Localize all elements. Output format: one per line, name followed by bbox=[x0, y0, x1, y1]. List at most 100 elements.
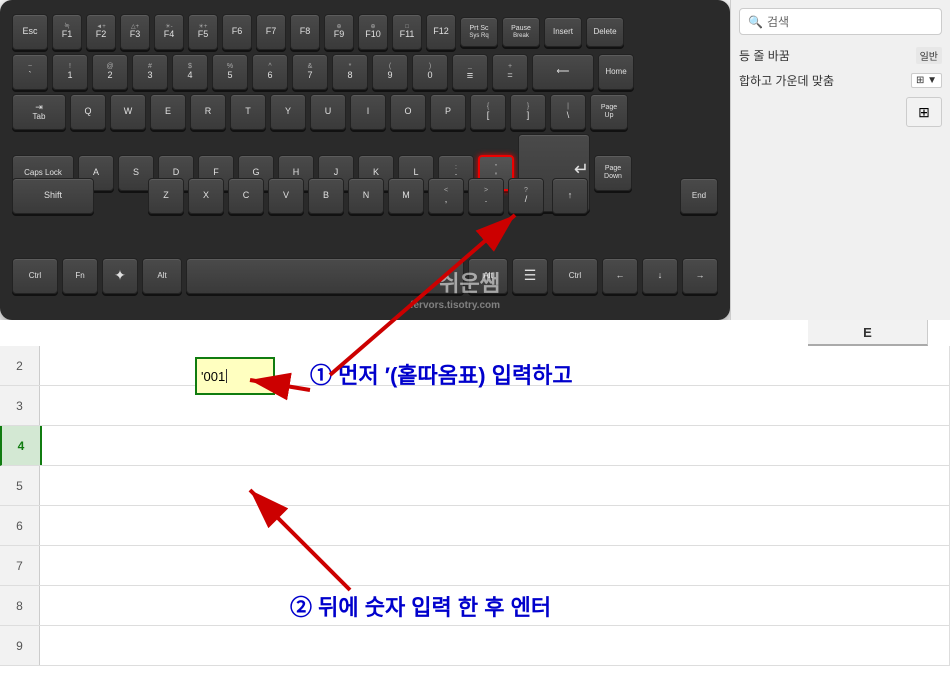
active-cell-001[interactable]: '001 bbox=[195, 357, 275, 395]
cell-3-1[interactable] bbox=[40, 386, 950, 425]
key-f8[interactable]: F8 bbox=[290, 14, 320, 50]
key-n[interactable]: N bbox=[348, 178, 384, 214]
key-backslash[interactable]: |\ bbox=[550, 94, 586, 130]
cell-2-1[interactable] bbox=[40, 346, 950, 385]
key-right-arrow[interactable]: → bbox=[682, 258, 718, 294]
cell-6-1[interactable] bbox=[40, 506, 950, 545]
key-f2[interactable]: ◄+F2 bbox=[86, 14, 116, 50]
key-f6[interactable]: F6 bbox=[222, 14, 252, 50]
key-ctrl-left[interactable]: Ctrl bbox=[12, 258, 58, 294]
row-num-9: 9 bbox=[0, 626, 40, 665]
key-pageup[interactable]: PageUp bbox=[590, 94, 628, 130]
option1-label: 등 줄 바꿈 bbox=[739, 47, 790, 64]
key-pagedown[interactable]: PageDown bbox=[594, 155, 632, 191]
key-comma[interactable]: <, bbox=[428, 178, 464, 214]
cell-8-1[interactable] bbox=[40, 586, 950, 625]
key-lbracket[interactable]: {[ bbox=[470, 94, 506, 130]
key-q[interactable]: Q bbox=[70, 94, 106, 130]
key-u[interactable]: U bbox=[310, 94, 346, 130]
option2-select[interactable]: ⊞ ▼ bbox=[911, 73, 942, 88]
cursor bbox=[226, 369, 227, 383]
key-p[interactable]: P bbox=[430, 94, 466, 130]
key-x[interactable]: X bbox=[188, 178, 224, 214]
key-slash[interactable]: ?/ bbox=[508, 178, 544, 214]
key-f7[interactable]: F7 bbox=[256, 14, 286, 50]
key-fn[interactable]: Fn bbox=[62, 258, 98, 294]
key-f3[interactable]: △+F3 bbox=[120, 14, 150, 50]
table-row: 6 bbox=[0, 506, 950, 546]
key-v[interactable]: V bbox=[268, 178, 304, 214]
key-end[interactable]: End bbox=[680, 178, 718, 214]
key-2[interactable]: @2 bbox=[92, 54, 128, 90]
cell-4-1[interactable] bbox=[42, 426, 950, 465]
key-3[interactable]: #3 bbox=[132, 54, 168, 90]
grid: 2 3 4 5 6 7 8 bbox=[0, 346, 950, 688]
search-label: 검색 bbox=[767, 13, 789, 30]
key-f12[interactable]: F12 bbox=[426, 14, 456, 50]
key-f11[interactable]: □F11 bbox=[392, 14, 422, 50]
key-win[interactable]: ✦ bbox=[102, 258, 138, 294]
key-up-arrow-r[interactable]: ↑ bbox=[552, 178, 588, 214]
key-r[interactable]: R bbox=[190, 94, 226, 130]
key-backspace[interactable]: ⟵ bbox=[532, 54, 594, 90]
key-1[interactable]: !1 bbox=[52, 54, 88, 90]
cell-9-1[interactable] bbox=[40, 626, 950, 665]
keyboard-row-2: ~` !1 @2 #3 $4 %5 ^6 &7 *8 (9 )0 _≡ += ⟵… bbox=[12, 54, 718, 90]
key-t[interactable]: T bbox=[230, 94, 266, 130]
key-0[interactable]: )0 bbox=[412, 54, 448, 90]
key-alt-right[interactable]: Alt bbox=[468, 258, 508, 294]
key-insert[interactable]: Insert bbox=[544, 17, 582, 47]
key-f10[interactable]: ⊕F10 bbox=[358, 14, 388, 50]
key-z[interactable]: Z bbox=[148, 178, 184, 214]
key-menu[interactable]: ☰ bbox=[512, 258, 548, 294]
key-f9[interactable]: ⊕F9 bbox=[324, 14, 354, 50]
row-num-2: 2 bbox=[0, 346, 40, 385]
key-space[interactable] bbox=[186, 258, 464, 294]
right-panel: 🔍 검색 등 줄 바꿈 일반 합하고 가운데 맞춤 ⊞ ▼ ⊞ bbox=[730, 0, 950, 320]
key-rbracket[interactable]: }] bbox=[510, 94, 546, 130]
key-delete[interactable]: Delete bbox=[586, 17, 624, 47]
search-bar[interactable]: 🔍 검색 bbox=[739, 8, 942, 35]
key-alt-left[interactable]: Alt bbox=[142, 258, 182, 294]
key-f1[interactable]: 녹F1 bbox=[52, 14, 82, 50]
key-f5[interactable]: ☀+F5 bbox=[188, 14, 218, 50]
key-8[interactable]: *8 bbox=[332, 54, 368, 90]
key-5[interactable]: %5 bbox=[212, 54, 248, 90]
row-num-7: 7 bbox=[0, 546, 40, 585]
key-prtsc[interactable]: Prt ScSys Rq bbox=[460, 17, 498, 47]
panel-option-1: 등 줄 바꿈 일반 bbox=[739, 47, 942, 64]
key-9[interactable]: (9 bbox=[372, 54, 408, 90]
key-down-arrow[interactable]: ↓ bbox=[642, 258, 678, 294]
search-icon: 🔍 bbox=[748, 15, 763, 29]
table-row: 9 bbox=[0, 626, 950, 666]
key-tilde[interactable]: ~` bbox=[12, 54, 48, 90]
row-num-5: 5 bbox=[0, 466, 40, 505]
key-i[interactable]: I bbox=[350, 94, 386, 130]
key-equals[interactable]: += bbox=[492, 54, 528, 90]
key-shift-left[interactable]: Shift bbox=[12, 178, 94, 214]
key-w[interactable]: W bbox=[110, 94, 146, 130]
key-6[interactable]: ^6 bbox=[252, 54, 288, 90]
cell-5-1[interactable] bbox=[40, 466, 950, 505]
key-e[interactable]: E bbox=[150, 94, 186, 130]
key-period[interactable]: >. bbox=[468, 178, 504, 214]
key-m[interactable]: M bbox=[388, 178, 424, 214]
key-y[interactable]: Y bbox=[270, 94, 306, 130]
key-7[interactable]: &7 bbox=[292, 54, 328, 90]
key-left-arrow[interactable]: ← bbox=[602, 258, 638, 294]
cell-7-1[interactable] bbox=[40, 546, 950, 585]
format-button[interactable]: ⊞ bbox=[906, 97, 942, 127]
key-ctrl-right[interactable]: Ctrl bbox=[552, 258, 598, 294]
key-home[interactable]: Home bbox=[598, 54, 634, 90]
key-tab[interactable]: ⇥Tab bbox=[12, 94, 66, 130]
key-c[interactable]: C bbox=[228, 178, 264, 214]
key-4[interactable]: $4 bbox=[172, 54, 208, 90]
key-minus[interactable]: _≡ bbox=[452, 54, 488, 90]
key-f4[interactable]: ☀-F4 bbox=[154, 14, 184, 50]
key-b[interactable]: B bbox=[308, 178, 344, 214]
table-row: 7 bbox=[0, 546, 950, 586]
key-esc[interactable]: Esc bbox=[12, 14, 48, 50]
key-pause[interactable]: PauseBreak bbox=[502, 17, 540, 47]
key-o[interactable]: O bbox=[390, 94, 426, 130]
table-row: 5 bbox=[0, 466, 950, 506]
